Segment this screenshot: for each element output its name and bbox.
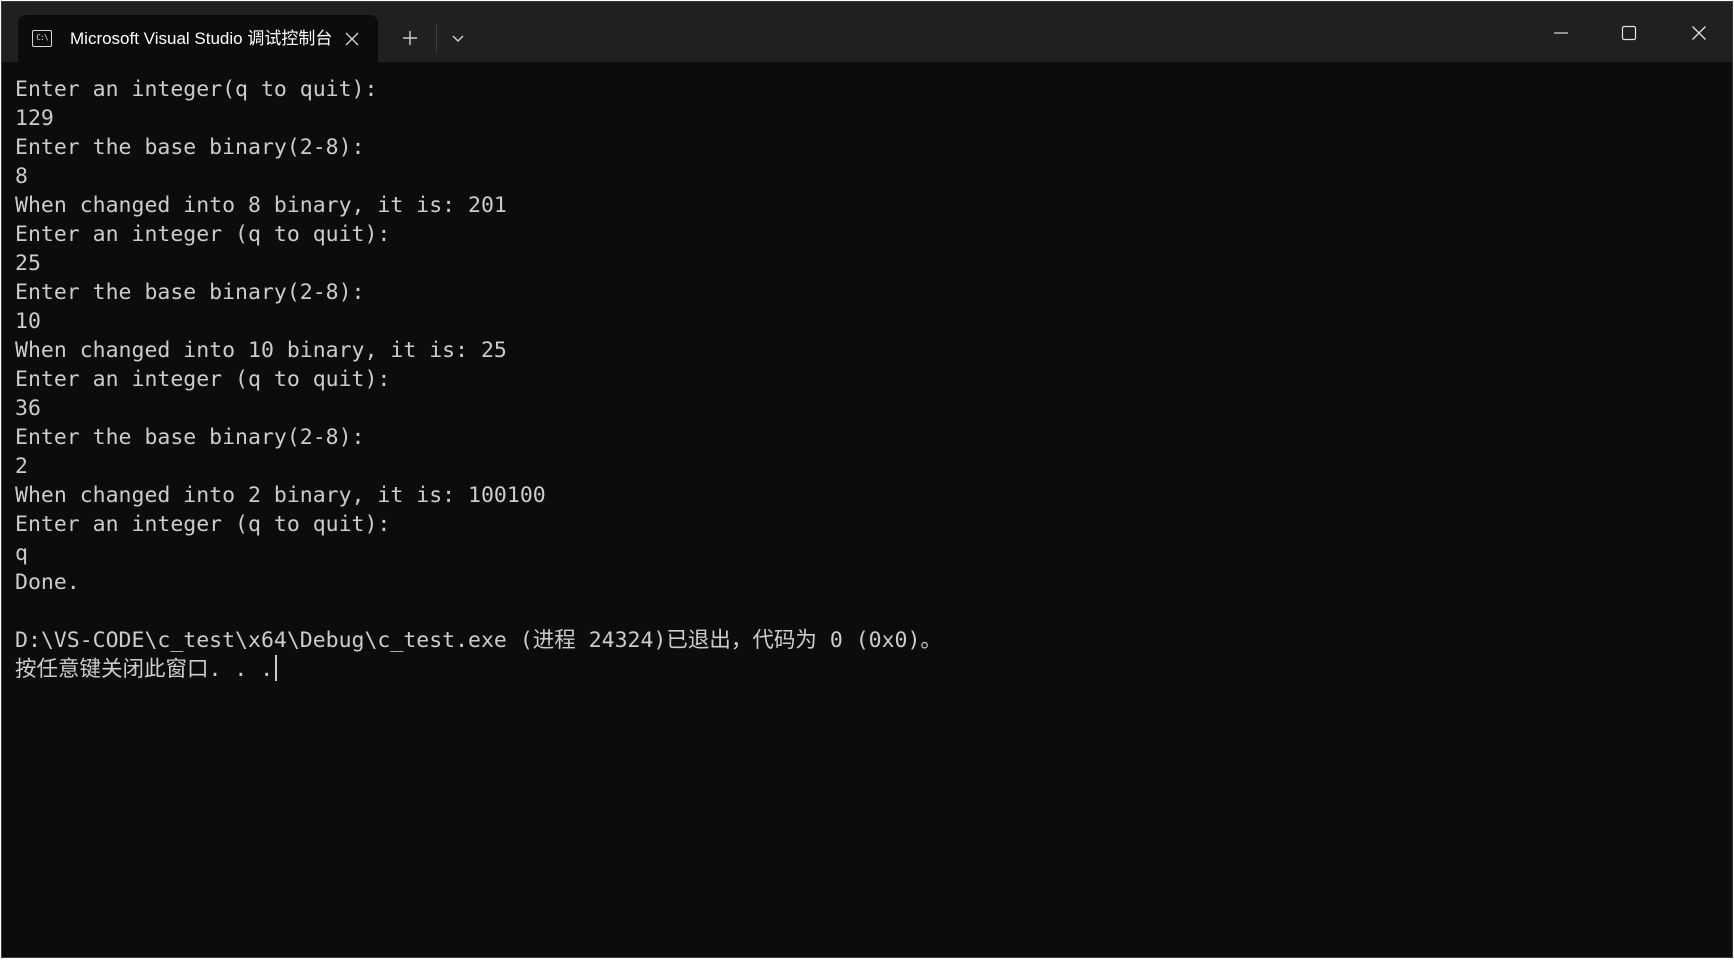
terminal-window: C:\ Microsoft Visual Studio 调试控制台 Enter … <box>1 1 1733 958</box>
console-line: 2 <box>15 454 28 479</box>
console-line: Done. <box>15 570 80 595</box>
console-line: 129 <box>15 106 54 131</box>
console-line: 25 <box>15 251 41 276</box>
console-line: 8 <box>15 164 28 189</box>
console-line: Enter an integer (q to quit): <box>15 367 391 392</box>
console-line: Enter the base binary(2-8): <box>15 280 365 305</box>
console-line: Enter an integer(q to quit): <box>15 77 378 102</box>
console-line: Enter an integer (q to quit): <box>15 222 391 247</box>
new-tab-icon[interactable] <box>394 22 426 54</box>
console-line: Enter the base binary(2-8): <box>15 425 365 450</box>
console-prompt-line: 按任意键关闭此窗口. . . <box>15 655 1715 684</box>
chevron-down-icon[interactable] <box>442 22 474 54</box>
maximize-icon[interactable] <box>1606 10 1652 56</box>
console-line: When changed into 2 binary, it is: 10010… <box>15 483 546 508</box>
console-line: 按任意键关闭此窗口. . . <box>15 657 274 682</box>
console-output[interactable]: Enter an integer(q to quit): 129 Enter t… <box>15 75 1715 684</box>
console-line: 10 <box>15 309 41 334</box>
console-line: q <box>15 541 28 566</box>
console-line: Enter the base binary(2-8): <box>15 135 365 160</box>
minimize-icon[interactable] <box>1538 10 1584 56</box>
tab-divider <box>436 24 437 52</box>
close-icon[interactable] <box>1676 10 1722 56</box>
close-tab-icon[interactable] <box>340 27 364 51</box>
console-line: When changed into 8 binary, it is: 201 <box>15 193 507 218</box>
console-app-icon: C:\ <box>32 30 52 47</box>
tab-debug-console[interactable]: C:\ Microsoft Visual Studio 调试控制台 <box>18 15 378 62</box>
text-cursor <box>275 655 278 681</box>
console-line: Enter an integer (q to quit): <box>15 512 391 537</box>
console-line: When changed into 10 binary, it is: 25 <box>15 338 507 363</box>
title-bar[interactable]: C:\ Microsoft Visual Studio 调试控制台 <box>2 2 1732 62</box>
console-line: 36 <box>15 396 41 421</box>
console-line: D:\VS-CODE\c_test\x64\Debug\c_test.exe (… <box>15 628 942 653</box>
tab-title: Microsoft Visual Studio 调试控制台 <box>70 29 332 48</box>
